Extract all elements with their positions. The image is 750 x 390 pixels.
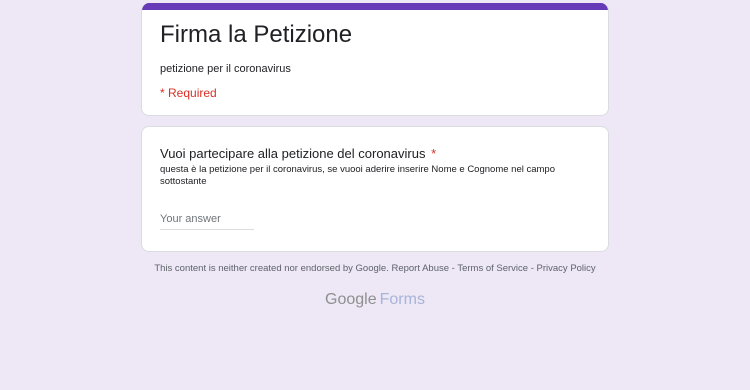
brand-forms: Forms bbox=[379, 291, 425, 308]
question-card: Vuoi partecipare alla petizione del coro… bbox=[141, 126, 609, 252]
form-title: Firma la Petizione bbox=[160, 21, 353, 48]
brand-google: Google bbox=[325, 291, 377, 308]
form-container: Firma la Petizione petizione per il coro… bbox=[141, 3, 609, 252]
accent-bar bbox=[142, 3, 608, 10]
report-abuse-link[interactable]: Report Abuse bbox=[391, 263, 449, 274]
footer-disclaimer: This content is neither created nor endo… bbox=[154, 263, 389, 274]
privacy-policy-link[interactable]: Privacy Policy bbox=[537, 263, 596, 274]
question-title: Vuoi partecipare alla petizione del coro… bbox=[160, 145, 436, 162]
terms-of-service-link[interactable]: Terms of Service bbox=[457, 263, 528, 274]
answer-input[interactable] bbox=[160, 209, 254, 230]
form-header-card: Firma la Petizione petizione per il coro… bbox=[141, 3, 609, 116]
footer: This content is neither created nor endo… bbox=[0, 263, 750, 275]
required-note: * Required bbox=[160, 86, 217, 100]
required-asterisk: * bbox=[431, 146, 437, 161]
question-help-text: questa è la petizione per il coronavirus… bbox=[160, 164, 555, 187]
footer-separator: - bbox=[528, 263, 537, 274]
question-title-text: Vuoi partecipare alla petizione del coro… bbox=[160, 146, 426, 161]
google-forms-logo[interactable]: Google Forms bbox=[0, 289, 750, 311]
form-description: petizione per il coronavirus bbox=[160, 63, 291, 75]
